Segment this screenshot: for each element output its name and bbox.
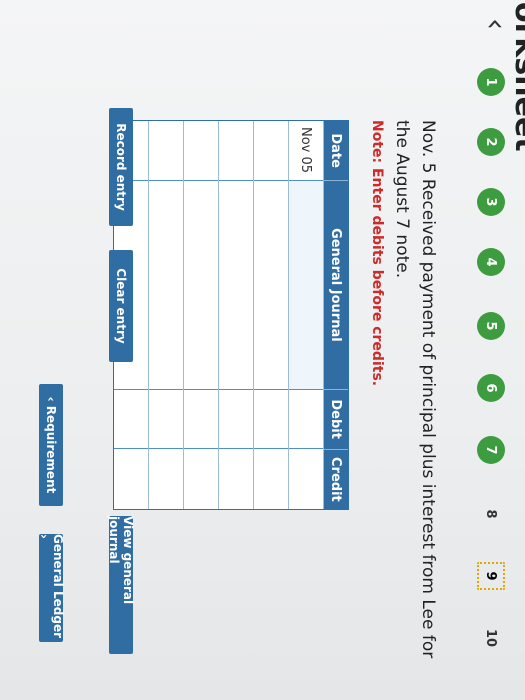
header-debit: Debit: [324, 389, 348, 450]
credit-input[interactable]: [114, 449, 148, 509]
date-cell[interactable]: [254, 121, 288, 181]
credit-input[interactable]: [219, 449, 253, 509]
note-text: Note: Enter debits before credits.: [369, 120, 385, 387]
record-entry-button[interactable]: Record entry: [109, 108, 133, 226]
debit-input[interactable]: [114, 389, 148, 450]
general-ledger-button[interactable]: General Ledger ›: [37, 534, 65, 642]
account-select[interactable]: [149, 180, 183, 390]
date-cell[interactable]: [219, 121, 253, 181]
date-cell[interactable]: [184, 121, 218, 181]
account-select[interactable]: [289, 180, 323, 390]
step-5[interactable]: 5: [477, 312, 505, 340]
account-select[interactable]: [184, 180, 218, 390]
header-general-journal: General Journal: [324, 181, 348, 390]
account-select[interactable]: [254, 180, 288, 390]
debit-input[interactable]: [219, 389, 253, 450]
date-cell[interactable]: [149, 121, 183, 181]
debit-input[interactable]: [184, 389, 218, 450]
step-8[interactable]: 8: [477, 500, 505, 528]
table-row: [254, 121, 289, 509]
table-row: Nov 05: [289, 121, 324, 509]
question-text: Nov. 5 Received payment of principal plu…: [392, 120, 438, 659]
step-3[interactable]: 3: [477, 188, 505, 216]
step-1[interactable]: 1: [477, 68, 505, 96]
table-row: [149, 121, 184, 509]
view-general-journal-button[interactable]: View general journal: [107, 516, 135, 654]
credit-input[interactable]: [184, 449, 218, 509]
account-select[interactable]: [219, 180, 253, 390]
credit-input[interactable]: [149, 449, 183, 509]
debit-input[interactable]: [289, 389, 323, 450]
header-credit: Credit: [328, 457, 344, 502]
chevron-left-icon[interactable]: ‹: [478, 18, 513, 30]
credit-input[interactable]: [289, 449, 323, 509]
step-2[interactable]: 2: [477, 128, 505, 156]
clear-entry-button[interactable]: Clear entry: [109, 250, 133, 362]
table-row: [219, 121, 254, 509]
step-4[interactable]: 4: [477, 248, 505, 276]
debit-input[interactable]: [254, 389, 288, 450]
step-7[interactable]: 7: [477, 436, 505, 464]
step-10[interactable]: 10: [477, 624, 505, 652]
table-row: [184, 121, 219, 509]
debit-input[interactable]: [149, 389, 183, 450]
requirement-button[interactable]: ‹ Requirement: [39, 384, 63, 506]
credit-input[interactable]: [254, 449, 288, 509]
journal-table: Date General Journal Debit Credit Nov 05: [113, 120, 349, 510]
journal-header: Date General Journal Debit Credit: [324, 121, 348, 509]
step-9[interactable]: 9: [477, 562, 505, 590]
date-cell[interactable]: Nov 05: [289, 121, 323, 181]
screen: Worksheet ‹ 1 2 3 4 5 6 7 8 9 10 Nov. 5 …: [0, 0, 525, 700]
header-date: Date: [324, 121, 348, 182]
step-6[interactable]: 6: [477, 374, 505, 402]
